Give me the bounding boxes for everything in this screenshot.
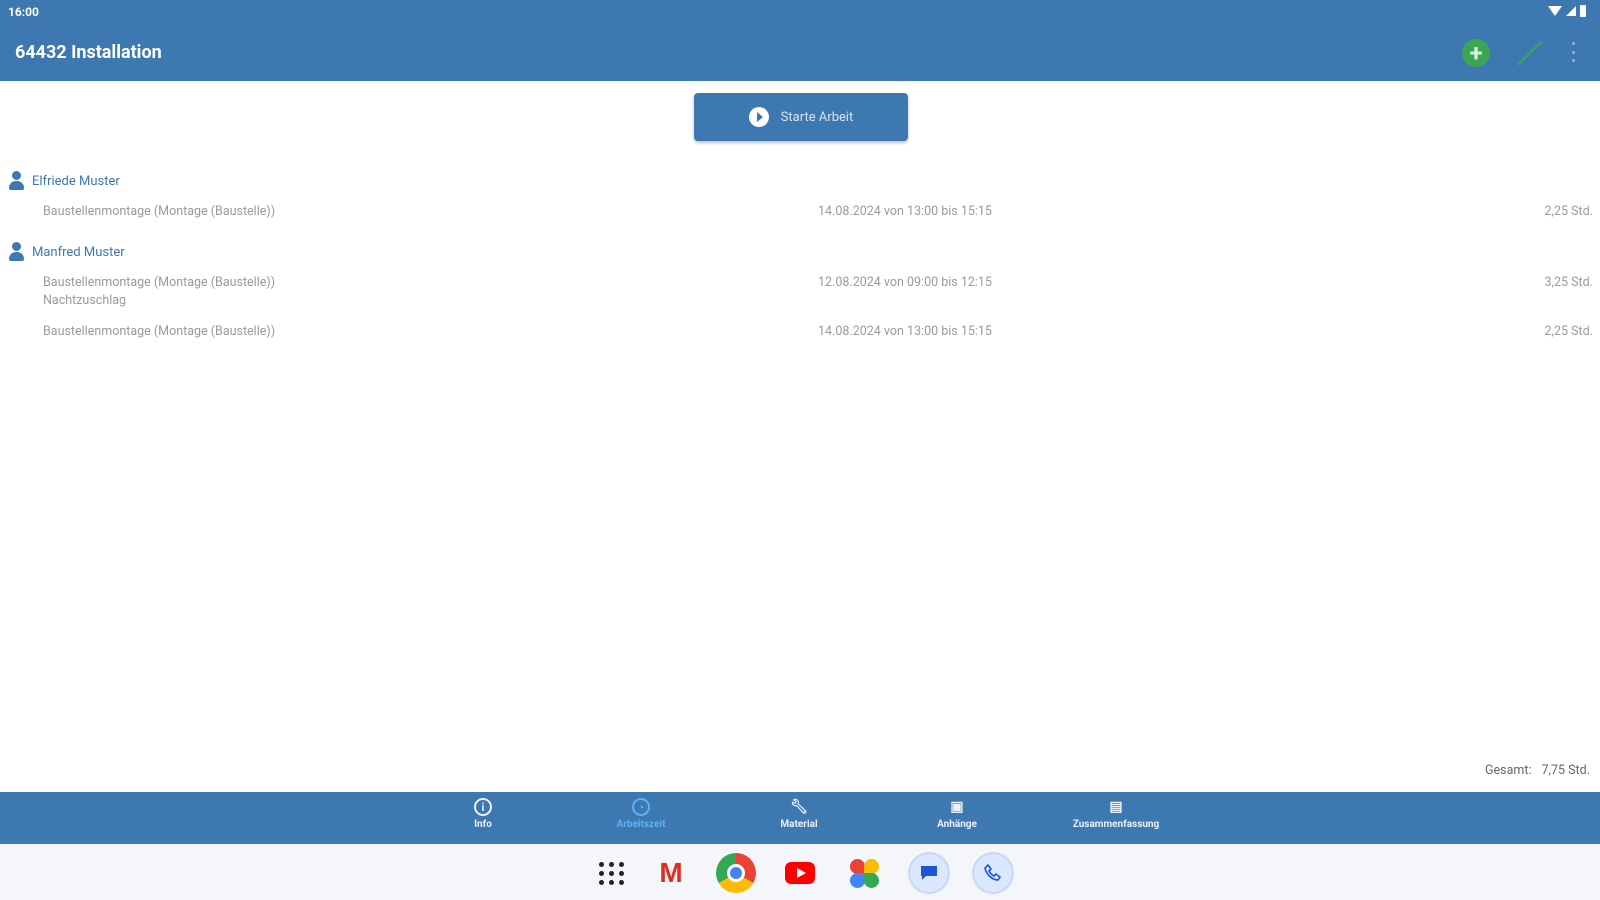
wrench-icon: 🔧︎ [790,799,808,815]
page-title: 64432 Installation [15,42,162,63]
phone-app[interactable] [972,852,1014,894]
entry-time: 14.08.2024 von 13:00 bis 15:15 [818,204,992,219]
app-root: 16:00 64432 Installation + Starte Arbeit [0,0,1600,900]
info-icon: i [474,798,492,816]
gmail-icon: M [659,857,683,888]
tab-label: Anhänge [937,819,977,830]
photos-app[interactable] [843,852,885,894]
entry-description: Baustellenmontage (Montage (Baustelle)) [43,204,276,219]
status-bar: 16:00 [0,0,1600,26]
entry-description: Baustellenmontage (Montage (Baustelle)) [43,275,276,290]
person-icon [8,242,25,262]
tab-label: Zusammenfassung [1072,819,1160,830]
status-icons [1548,5,1586,17]
chrome-app[interactable] [715,852,757,894]
tab-material[interactable]: 🔧︎ Material [729,798,869,840]
total-value: 7,75 Std. [1541,763,1591,778]
tab-label: Material [780,819,818,830]
person-icon [8,171,25,191]
app-drawer-icon [599,861,625,885]
start-work-button[interactable]: Starte Arbeit [694,93,908,141]
wifi-icon [1548,6,1562,16]
tab-zusammenfassung[interactable]: ▤ Zusammenfassung [1046,798,1186,840]
tab-label: Arbeitszeit [616,819,666,830]
bottom-navigation: i Info ◔ Arbeitszeit 🔧︎ Material ▣ Anhän… [0,792,1600,844]
add-button[interactable]: + [1462,39,1490,67]
total-row: Gesamt: 7,75 Std. [1485,763,1590,778]
app-drawer-button[interactable] [591,852,633,894]
worker-header[interactable]: Manfred Muster [8,241,125,263]
signal-icon [1566,6,1576,16]
work-entry[interactable]: Baustellenmontage (Montage (Baustelle)) … [43,274,1593,312]
tab-label: Info [474,819,492,830]
entry-note: Nachtzuschlag [43,293,127,308]
worker-name: Manfred Muster [32,244,125,260]
plus-circle-icon: + [1469,39,1483,67]
tab-anhaenge[interactable]: ▣ Anhänge [887,798,1027,840]
chrome-icon [716,853,756,893]
tab-info[interactable]: i Info [413,798,553,840]
play-icon [748,107,769,127]
pencil-icon [1517,40,1543,66]
clock-icon: ◔ [632,798,650,816]
gmail-app[interactable]: M [650,852,692,894]
battery-icon [1580,5,1586,17]
more-vert-icon [1571,42,1575,45]
photos-icon [847,856,881,890]
entry-description: Baustellenmontage (Montage (Baustelle)) [43,324,276,339]
summary-icon: ▤ [1109,799,1123,815]
entry-time: 14.08.2024 von 13:00 bis 15:15 [818,324,992,339]
entry-hours: 2,25 Std. [1544,324,1594,339]
total-label: Gesamt: [1485,763,1532,778]
worker-name: Elfriede Muster [32,173,120,189]
start-work-label: Starte Arbeit [780,109,854,125]
messages-app[interactable] [908,852,950,894]
edit-button[interactable] [1515,40,1545,66]
phone-icon [972,852,1014,894]
app-bar: 64432 Installation + [0,26,1600,81]
worker-header[interactable]: Elfriede Muster [8,170,120,192]
entry-hours: 2,25 Std. [1544,204,1594,219]
more-vert-dot [1571,59,1575,62]
status-time: 16:00 [8,5,39,19]
entry-time: 12.08.2024 von 09:00 bis 12:15 [818,275,992,290]
messages-icon [908,852,950,894]
youtube-app[interactable] [779,852,821,894]
more-menu-button[interactable] [1566,42,1580,62]
entry-hours: 3,25 Std. [1544,275,1594,290]
more-vert-dot [1571,50,1575,54]
youtube-icon [785,862,815,884]
app-dock: M [0,844,1600,900]
tab-arbeitszeit[interactable]: ◔ Arbeitszeit [571,798,711,840]
attachment-icon: ▣ [950,799,964,815]
